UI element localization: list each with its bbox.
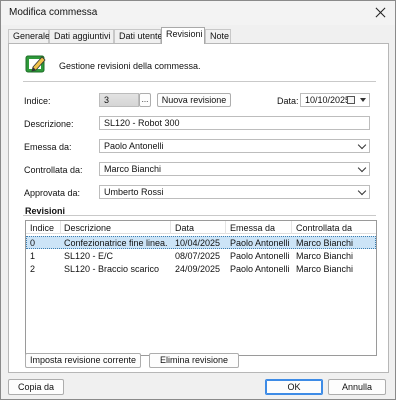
row-data: 24/09/2025	[175, 264, 221, 274]
nuova-revisione-button[interactable]: Nuova revisione	[157, 93, 231, 107]
tab-revisioni[interactable]: Revisioni	[161, 27, 205, 44]
revisioni-table[interactable]: Indice Descrizione Data Emessa da Contro…	[25, 220, 377, 356]
approvata-select[interactable]: Umberto Rossi	[99, 185, 370, 199]
annulla-label: Annulla	[341, 382, 373, 392]
column-divider[interactable]	[170, 221, 171, 234]
imposta-revisione-button[interactable]: Imposta revisione corrente	[25, 353, 141, 368]
column-header-descrizione[interactable]: Descrizione	[64, 223, 111, 233]
ok-label: OK	[287, 382, 301, 392]
dialog-window: Modifica commessa Generale Dati aggiunti…	[0, 0, 396, 400]
ok-button[interactable]: OK	[265, 379, 323, 395]
nuova-revisione-label: Nuova revisione	[161, 95, 227, 105]
row-emessa: Paolo Antonelli	[230, 251, 290, 261]
indice-value: 3	[104, 95, 110, 105]
controllata-label: Controllata da:	[24, 165, 83, 175]
elimina-revisione-label: Elimina revisione	[159, 355, 229, 365]
tab-generale[interactable]: Generale	[8, 29, 50, 43]
emessa-label: Emessa da:	[24, 142, 72, 152]
copia-da-button[interactable]: Copia da	[8, 379, 64, 395]
tab-note[interactable]: Note	[205, 29, 231, 43]
row-data: 08/07/2025	[175, 251, 221, 261]
descrizione-input[interactable]: SL120 - Robot 300	[99, 116, 370, 130]
calendar-icon[interactable]	[347, 96, 355, 104]
chevron-down-icon[interactable]	[357, 186, 367, 196]
tab-dati-utente[interactable]: Dati utente	[114, 29, 163, 43]
window-title: Modifica commessa	[9, 7, 98, 18]
row-emessa: Paolo Antonelli	[230, 264, 290, 274]
elimina-revisione-button[interactable]: Elimina revisione	[149, 353, 239, 368]
chevron-down-icon[interactable]	[357, 140, 367, 150]
imposta-revisione-label: Imposta revisione corrente	[29, 355, 137, 365]
column-divider[interactable]	[225, 221, 226, 234]
title-bar: Modifica commessa	[1, 1, 395, 25]
column-header-indice[interactable]: Indice	[30, 223, 54, 233]
emessa-select[interactable]: Paolo Antonelli	[99, 139, 370, 153]
divider	[23, 215, 376, 216]
row-indice: 2	[30, 264, 36, 274]
chevron-down-icon[interactable]	[357, 163, 367, 173]
close-icon[interactable]	[373, 5, 389, 21]
data-label: Data:	[277, 96, 299, 106]
tab-dati-aggiuntivi[interactable]: Dati aggiuntivi	[49, 29, 114, 43]
indice-browse-button[interactable]: ...	[139, 93, 151, 107]
descrizione-value: SL120 - Robot 300	[104, 118, 180, 128]
row-data: 10/04/2025	[175, 238, 221, 248]
table-row[interactable]: 1 SL120 - E/C 08/07/2025 Paolo Antonelli…	[26, 249, 376, 262]
approvata-label: Approvata da:	[24, 188, 81, 198]
indice-field[interactable]: 3	[99, 93, 139, 107]
row-controllata: Marco Bianchi	[296, 264, 354, 274]
row-controllata: Marco Bianchi	[296, 238, 354, 248]
approvata-value: Umberto Rossi	[104, 187, 164, 197]
row-controllata: Marco Bianchi	[296, 251, 354, 261]
edit-document-icon	[25, 55, 46, 73]
row-emessa: Paolo Antonelli	[230, 238, 290, 248]
row-indice: 0	[30, 238, 36, 248]
emessa-value: Paolo Antonelli	[104, 141, 164, 151]
column-divider[interactable]	[60, 221, 61, 234]
column-header-data[interactable]: Data	[175, 223, 194, 233]
indice-label: Indice:	[24, 96, 51, 106]
table-row[interactable]: 2 SL120 - Braccio scarico 24/09/2025 Pao…	[26, 262, 376, 275]
column-header-controllata[interactable]: Controllata da	[296, 223, 352, 233]
table-header: Indice Descrizione Data Emessa da Contro…	[26, 221, 376, 234]
data-value: 10/10/2025	[305, 95, 351, 105]
column-divider[interactable]	[291, 221, 292, 234]
chevron-down-icon[interactable]	[360, 98, 366, 102]
column-header-emessa[interactable]: Emessa da	[230, 223, 275, 233]
descrizione-label: Descrizione:	[24, 119, 74, 129]
divider	[23, 81, 376, 82]
controllata-select[interactable]: Marco Bianchi	[99, 162, 370, 176]
controllata-value: Marco Bianchi	[104, 164, 162, 174]
copia-da-label: Copia da	[17, 382, 55, 392]
row-descrizione: SL120 - Braccio scarico	[64, 264, 160, 274]
row-descrizione: Confezionatrice fine linea...	[64, 238, 168, 248]
header-description: Gestione revisioni della commessa.	[59, 61, 201, 71]
row-indice: 1	[30, 251, 36, 261]
revisioni-panel: Gestione revisioni della commessa. Indic…	[8, 43, 389, 373]
row-descrizione: SL120 - E/C	[64, 251, 114, 261]
annulla-button[interactable]: Annulla	[328, 379, 386, 395]
data-picker[interactable]: 10/10/2025	[300, 93, 370, 107]
table-row[interactable]: 0 Confezionatrice fine linea... 10/04/20…	[26, 236, 376, 249]
